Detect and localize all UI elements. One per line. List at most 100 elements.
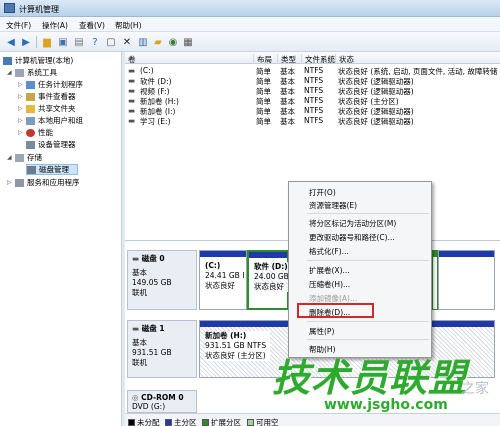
search-icon[interactable]: ◉ bbox=[166, 35, 180, 49]
menu-help[interactable]: 帮助(H) bbox=[115, 20, 142, 31]
table-row[interactable]: ▬ 软件 (D:) 简单 基本 NTFS 状态良好 (逻辑驱动器) bbox=[125, 76, 500, 86]
col-header-volume[interactable]: 卷 bbox=[125, 54, 253, 64]
tools-icon bbox=[15, 68, 24, 77]
expand-arrow-icon[interactable]: ▷ bbox=[18, 105, 26, 112]
tree-item-services-apps[interactable]: ▷ 服务和应用程序 bbox=[7, 177, 80, 188]
delete-volume-highlight bbox=[297, 303, 374, 318]
legend-swatch bbox=[165, 419, 172, 426]
computer-management-icon bbox=[4, 3, 15, 13]
watermark: 技术员联盟 之家 www.jsgho.com bbox=[272, 356, 500, 414]
table-row[interactable]: ▬ (C:) 简单 基本 NTFS 状态良好 (系统, 启动, 页面文件, 活动… bbox=[125, 66, 500, 76]
folder-up-icon[interactable]: ▆ bbox=[40, 35, 54, 49]
toolbar: ◀ ▶ ▆ ▣ ▤ ? ▢ ✕ ▥ ▰ ◉ ▦ bbox=[0, 32, 500, 52]
tree-item-disk-management[interactable]: 磁盘管理 bbox=[26, 164, 78, 175]
table-row[interactable]: ▬ 新加卷 (H:) 简单 基本 NTFS 状态良好 (主分区) bbox=[125, 96, 500, 106]
expand-arrow-icon[interactable]: ▷ bbox=[7, 179, 15, 186]
storage-icon bbox=[15, 153, 24, 162]
tree-item-system-tools[interactable]: ◢ 系统工具 bbox=[7, 67, 57, 78]
tree-root[interactable]: 计算机管理(本地) bbox=[3, 55, 73, 66]
ctx-shrink[interactable]: 压缩卷(H)... bbox=[309, 279, 350, 290]
table-row[interactable]: ▬ 视频 (F:) 简单 基本 NTFS 状态良好 (逻辑驱动器) bbox=[125, 86, 500, 96]
volume-icon: ▬ bbox=[128, 106, 136, 115]
ctx-separator bbox=[307, 339, 429, 340]
legend-swatch bbox=[202, 419, 209, 426]
volume-list-header: 卷 布局 类型 文件系统 状态 bbox=[125, 52, 500, 64]
users-icon bbox=[26, 116, 35, 125]
tree-item-event-viewer[interactable]: ▷ 事件查看器 bbox=[18, 91, 76, 102]
ctx-change-letter[interactable]: 更改驱动器号和路径(C)... bbox=[309, 232, 395, 243]
volume-icon: ▬ bbox=[128, 66, 136, 75]
table-row[interactable]: ▬ 新加卷 (I:) 简单 基本 NTFS 状态良好 (逻辑驱动器) bbox=[125, 106, 500, 116]
help-icon[interactable]: ? bbox=[88, 35, 102, 49]
expand-arrow-icon[interactable]: ▷ bbox=[18, 93, 26, 100]
col-header-layout[interactable]: 布局 bbox=[253, 54, 277, 64]
console-icon[interactable]: ▢ bbox=[104, 35, 118, 49]
watermark-url: www.jsgho.com bbox=[324, 397, 448, 413]
open-folder-icon[interactable]: ▰ bbox=[151, 35, 165, 49]
volume-icon: ▬ bbox=[128, 96, 136, 105]
tree-item-local-users[interactable]: ▷ 本地用户和组 bbox=[18, 115, 83, 126]
ctx-format[interactable]: 格式化(F)... bbox=[309, 246, 349, 257]
expand-arrow-icon[interactable]: ▷ bbox=[18, 81, 26, 88]
legend-swatch bbox=[128, 419, 135, 426]
legend-free: 可用空 bbox=[247, 417, 279, 426]
open-icon[interactable]: ▥ bbox=[136, 35, 150, 49]
cdrom-0-info[interactable]: ◎ CD-ROM 0 DVD (G:) bbox=[127, 390, 197, 413]
legend-primary: 主分区 bbox=[165, 417, 197, 426]
delete-x-icon[interactable]: ✕ bbox=[120, 35, 134, 49]
event-viewer-icon bbox=[26, 92, 35, 101]
watermark-logo-text: 技术员联盟 bbox=[272, 356, 468, 400]
expand-arrow-icon[interactable]: ▷ bbox=[18, 117, 26, 124]
ctx-help[interactable]: 帮助(H) bbox=[309, 344, 336, 355]
disk-icon: ▬ bbox=[132, 254, 142, 263]
col-header-status[interactable]: 状态 bbox=[335, 54, 500, 64]
menu-file[interactable]: 文件(F) bbox=[6, 20, 31, 31]
clock-icon bbox=[26, 80, 35, 89]
ctx-mark-active[interactable]: 将分区标记为活动分区(M) bbox=[309, 218, 396, 229]
context-menu: 打开(O) 资源管理器(E) 将分区标记为活动分区(M) 更改驱动器号和路径(C… bbox=[288, 181, 432, 358]
watermark-suffix: 之家 bbox=[461, 381, 489, 397]
expand-arrow-icon[interactable]: ▷ bbox=[18, 129, 26, 136]
console-tree-icon[interactable]: ▣ bbox=[56, 35, 70, 49]
volume-icon: ▬ bbox=[128, 116, 136, 125]
ctx-explorer[interactable]: 资源管理器(E) bbox=[309, 200, 357, 211]
forward-arrow-icon[interactable]: ▶ bbox=[19, 35, 33, 49]
partition-extra[interactable] bbox=[438, 250, 495, 310]
ctx-separator bbox=[307, 213, 429, 214]
tree-item-task-scheduler[interactable]: ▷ 任务计划程序 bbox=[18, 79, 83, 90]
ctx-open[interactable]: 打开(O) bbox=[309, 187, 336, 198]
volume-icon: ▬ bbox=[128, 86, 136, 95]
menu-view[interactable]: 查看(V) bbox=[79, 20, 105, 31]
legend-extended: 扩展分区 bbox=[202, 417, 241, 426]
col-header-filesystem[interactable]: 文件系统 bbox=[301, 54, 335, 64]
ctx-extend[interactable]: 扩展卷(X)... bbox=[309, 265, 350, 276]
disk-0-info[interactable]: ▬ 磁盘 0 基本 149.05 GB 联机 bbox=[127, 250, 197, 310]
tree-item-shared-folders[interactable]: ▷ 共享文件夹 bbox=[18, 103, 76, 114]
properties-icon[interactable]: ▤ bbox=[72, 35, 86, 49]
device-manager-icon bbox=[26, 140, 35, 149]
back-arrow-icon[interactable]: ◀ bbox=[4, 35, 18, 49]
tree-item-performance[interactable]: ▷ 性能 bbox=[18, 127, 53, 138]
disk-1-info[interactable]: ▬ 磁盘 1 基本 931.51 GB 联机 bbox=[127, 320, 197, 378]
title-bar: 计算机管理 bbox=[0, 0, 500, 17]
performance-icon bbox=[26, 128, 35, 137]
refresh-icon[interactable]: ▦ bbox=[181, 35, 195, 49]
col-header-type[interactable]: 类型 bbox=[277, 54, 301, 64]
tree-item-device-manager[interactable]: 设备管理器 bbox=[26, 139, 76, 150]
legend-bar: 未分配 主分区 扩展分区 可用空 bbox=[125, 413, 500, 426]
collapse-arrow-icon[interactable]: ◢ bbox=[7, 154, 15, 161]
menu-bar: 文件(F) 操作(A) 查看(V) 帮助(H) bbox=[0, 17, 500, 32]
menu-action[interactable]: 操作(A) bbox=[42, 20, 68, 31]
partition-d-selected[interactable]: 软件 (D:) 24.00 GB 状态良好 bbox=[247, 250, 289, 310]
collapse-arrow-icon[interactable]: ◢ bbox=[7, 69, 15, 76]
partition-c[interactable]: (C:) 24.41 GB I 状态良好 bbox=[199, 250, 247, 310]
legend-unallocated: 未分配 bbox=[128, 417, 160, 426]
window-title: 计算机管理 bbox=[19, 5, 59, 14]
ctx-separator bbox=[307, 321, 429, 322]
tree-item-storage[interactable]: ◢ 存储 bbox=[7, 152, 42, 163]
computer-icon bbox=[3, 56, 12, 65]
table-row[interactable]: ▬ 学习 (E:) 简单 基本 NTFS 状态良好 (逻辑驱动器) bbox=[125, 116, 500, 126]
legend-swatch bbox=[247, 419, 254, 426]
ctx-properties[interactable]: 属性(P) bbox=[309, 326, 334, 337]
disk-icon bbox=[27, 165, 36, 174]
